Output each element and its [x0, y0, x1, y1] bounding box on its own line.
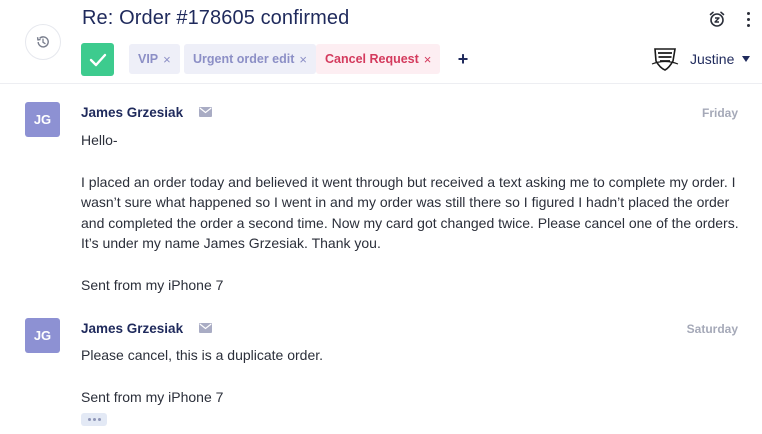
sender-name: James Grzesiak	[81, 321, 184, 336]
tag-urgent-order-edit[interactable]: Urgent order edit ×	[184, 44, 316, 74]
tag-label: Cancel Request	[325, 52, 419, 66]
ticket-title: Re: Order #178605 confirmed	[82, 7, 350, 29]
tag-cancel-request[interactable]: Cancel Request ×	[316, 44, 441, 74]
add-tag-button[interactable]: +	[455, 48, 471, 70]
history-button[interactable]	[25, 24, 61, 60]
message-body: Hello- I placed an order today and belie…	[81, 130, 741, 296]
ticket-header: Re: Order #178605 confirmed VIP × Urgent…	[0, 0, 762, 84]
history-icon	[36, 36, 49, 48]
remove-tag-icon[interactable]: ×	[424, 52, 432, 67]
tag-vip[interactable]: VIP ×	[129, 44, 180, 74]
assignee-name: Justine	[690, 51, 735, 67]
show-quoted-text-button[interactable]	[81, 413, 107, 426]
tag-label: VIP	[138, 52, 159, 66]
tag-label: Urgent order edit	[193, 52, 295, 66]
more-vertical-icon[interactable]	[740, 8, 756, 30]
mail-icon	[199, 107, 212, 117]
avatar: JG	[25, 102, 60, 137]
check-icon	[89, 53, 106, 66]
shield-logo	[650, 45, 680, 73]
close-ticket-button[interactable]	[81, 43, 114, 76]
message-body: Please cancel, this is a duplicate order…	[81, 345, 741, 407]
remove-tag-icon[interactable]: ×	[163, 52, 171, 67]
remove-tag-icon[interactable]: ×	[299, 52, 307, 67]
avatar: JG	[25, 318, 60, 353]
message-date: Saturday	[686, 322, 738, 336]
snooze-button[interactable]	[706, 8, 728, 30]
message-paragraph: Sent from my iPhone 7	[81, 276, 224, 293]
message-paragraph: Hello-	[81, 132, 118, 148]
alarm-clock-icon	[709, 11, 725, 27]
message-paragraph: Please cancel, this is a duplicate order…	[81, 347, 324, 363]
assignee-selector[interactable]: Justine	[650, 45, 751, 73]
mail-icon	[199, 323, 212, 333]
message-paragraph: Sent from my iPhone 7	[81, 388, 224, 405]
message-paragraph: I placed an order today and believed it …	[81, 173, 739, 252]
sender-name: James Grzesiak	[81, 105, 184, 120]
message-date: Friday	[701, 106, 738, 120]
chevron-down-icon	[742, 56, 751, 62]
